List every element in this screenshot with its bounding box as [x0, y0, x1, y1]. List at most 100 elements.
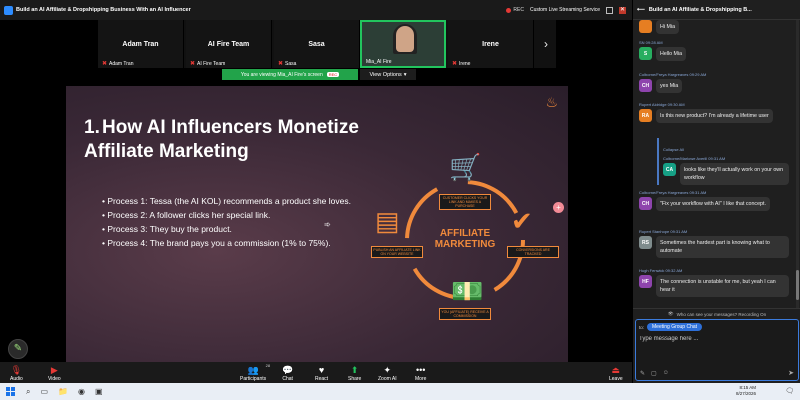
money-icon: 💵 — [451, 276, 484, 306]
zoom-app-icon[interactable]: ▣ — [95, 387, 103, 396]
share-screen-icon: ⬆ — [350, 365, 359, 375]
message-text: Sometimes the hardest part is knowing wh… — [656, 236, 789, 258]
slide-title: 1. How AI Influencers Monetize Affiliate … — [84, 116, 414, 164]
search-icon[interactable]: ⌕ — [26, 387, 30, 397]
share-button[interactable]: ⬆ Share — [348, 362, 361, 383]
thread-collapse[interactable]: Collapse All — [657, 138, 789, 156]
streaming-service[interactable]: Custom Live Streaming Service — [530, 7, 600, 13]
rec-label: REC — [513, 7, 524, 13]
participant-name: Sasa — [308, 41, 325, 48]
list-item: Process 1: Tessa (the AI KOL) recommends… — [102, 194, 351, 208]
message-text: The connection is unstable for me, but y… — [656, 275, 789, 297]
chat-button[interactable]: 💬 Chat — [282, 362, 293, 383]
participant-label: Sasa — [285, 60, 297, 67]
video-label: Video — [48, 376, 61, 382]
windows-start-icon[interactable] — [6, 387, 15, 396]
leave-button[interactable]: ⏏ Leave — [609, 362, 623, 383]
emoji-icon[interactable]: ☺ — [663, 370, 669, 377]
list-item: Process 4: The brand pays you a commissi… — [102, 236, 351, 250]
participant-name: Adam Tran — [122, 41, 159, 48]
caption-commission: YOU (AFFILIATE) RECEIVE A COMMISSION — [439, 308, 491, 320]
chrome-icon[interactable]: ◉ — [78, 387, 85, 396]
message-meta: Colborne/Marlowe Averill 09:31 AM — [663, 156, 726, 161]
chat-label: Chat — [282, 376, 293, 382]
message-meta: Rupert Aldridge 09:30 AM — [639, 102, 685, 107]
screen-share-banner: You are viewing Mia_AI Fire's screen REC — [222, 69, 358, 80]
participant-label: Mia_AI Fire — [366, 59, 392, 65]
chat-panel: ⟵ Build an AI Affiliate & Dropshipping B… — [632, 0, 800, 383]
video-button[interactable]: ▶ Video — [48, 362, 61, 383]
react-label: React — [315, 376, 329, 382]
slide-title-text: How AI Influencers Monetize Affiliate Ma… — [84, 117, 359, 162]
chat-back-icon[interactable]: ⟵ — [637, 7, 645, 13]
eye-icon: 👁 — [667, 311, 674, 316]
muted-icon: ✖ — [452, 61, 458, 67]
collapse-all-link[interactable]: Collapse All — [663, 147, 684, 152]
minimize-button[interactable] — [606, 6, 613, 14]
banner-rec-tag: REC — [326, 72, 340, 77]
website-icon: ▤ — [375, 206, 400, 236]
message-meta: Hugh Fenwick 09:32 AM — [639, 268, 683, 273]
more-label: More — [415, 376, 427, 382]
recording-indicator[interactable]: REC — [506, 7, 524, 13]
chat-message: Rupert Stanhope 09:31 AM RS Sometimes the… — [639, 229, 789, 258]
next-page-icon[interactable]: › — [536, 20, 556, 68]
people-icon: 👥 — [247, 365, 259, 375]
participant-label: Adam Tran — [109, 60, 134, 67]
file-explorer-icon[interactable]: 📁 — [58, 387, 68, 396]
message-text: Hi Mia — [656, 20, 680, 34]
message-meta: Rupert Stanhope 09:31 AM — [639, 229, 688, 234]
file-icon[interactable]: ▢ — [651, 370, 657, 377]
participant-strip: Adam Tran ✖ Adam Tran AI Fire Team ✖ AI Fi… — [98, 20, 556, 68]
recipient-dropdown[interactable]: Meeting Group Chat — [647, 323, 703, 331]
avatar: HF — [639, 275, 652, 288]
participant-tile[interactable]: AI Fire Team ✖ AI Fire Team — [186, 20, 272, 68]
muted-icon: ✖ — [278, 61, 284, 67]
banner-text: You are viewing Mia_AI Fire's screen — [240, 71, 323, 78]
annotate-pen-icon[interactable]: ✎ — [8, 339, 28, 359]
avatar: CH — [639, 79, 652, 92]
participant-label: Irene — [459, 60, 471, 67]
more-button[interactable]: ••• More — [415, 362, 426, 383]
add-icon[interactable]: + — [553, 202, 564, 213]
chat-message: Hugh Fenwick 09:32 AM HF The connection i… — [639, 268, 789, 297]
view-options-button[interactable]: View Options ▾ — [360, 69, 416, 80]
format-icon[interactable]: ✎ — [640, 370, 645, 377]
list-item: Process 3: They buy the product. — [102, 222, 351, 236]
caption-purchase: CUSTOMER CLICKS YOUR LINK AND MAKES A PU… — [439, 194, 491, 210]
avatar: CH — [639, 197, 652, 210]
window-titlebar: Build an AI Affiliate & Dropshipping Bus… — [0, 0, 632, 20]
sparkle-icon: ✦ — [383, 365, 392, 375]
flame-logo-icon: ♨ — [545, 94, 558, 110]
system-clock[interactable]: 8:15 AM 8/27/2026 — [736, 385, 756, 397]
chat-scrollbar[interactable] — [796, 20, 799, 308]
zoom-logo-icon — [4, 5, 13, 15]
close-button[interactable]: ✕ — [619, 6, 626, 14]
notifications-icon[interactable]: 🗨 — [785, 387, 794, 395]
participant-tile[interactable]: Sasa ✖ Sasa — [274, 20, 360, 68]
message-composer: to:Meeting Group Chat ✎ ▢ ☺ ➤ — [635, 319, 799, 381]
leave-label: Leave — [609, 376, 623, 382]
send-icon[interactable]: ➤ — [788, 369, 794, 377]
message-text: yes Mia — [656, 79, 683, 93]
chat-messages[interactable]: Hi Mia SN 09:28 AM S Hello Mia Colborne/F… — [633, 20, 800, 308]
chat-message: Rupert Aldridge 09:30 AM RA Is this new p… — [639, 102, 789, 123]
audio-button[interactable]: 🎙 Audio — [10, 362, 23, 383]
chat-message: Colborne/Freya Hargreaves 09:31 AM CH "Fi… — [639, 190, 789, 211]
zoom-ai-button[interactable]: ✦ Zoom AI — [378, 362, 397, 383]
active-speaker-tile[interactable]: Mia_AI Fire — [360, 20, 446, 68]
participant-tile[interactable]: Irene ✖ Irene — [448, 20, 534, 68]
message-input[interactable] — [639, 333, 795, 345]
avatar: S — [639, 47, 652, 60]
participants-button[interactable]: 👥 28 Participants — [240, 362, 270, 383]
message-text: Hello Mia — [656, 47, 687, 61]
privacy-notice[interactable]: 👁 Who can see your messages? Recording On — [633, 308, 800, 319]
participant-tile[interactable]: Adam Tran ✖ Adam Tran — [98, 20, 184, 68]
shared-slide: ♨ 1. How AI Influencers Monetize Affiliat… — [66, 86, 568, 362]
zoom-ai-label: Zoom AI — [378, 376, 397, 382]
react-button[interactable]: ♥ React — [315, 362, 328, 383]
muted-icon: ✖ — [190, 61, 196, 67]
task-view-icon[interactable]: ▭ — [40, 387, 48, 396]
slide-number: 1. — [84, 117, 100, 138]
participant-name: Irene — [482, 41, 499, 48]
